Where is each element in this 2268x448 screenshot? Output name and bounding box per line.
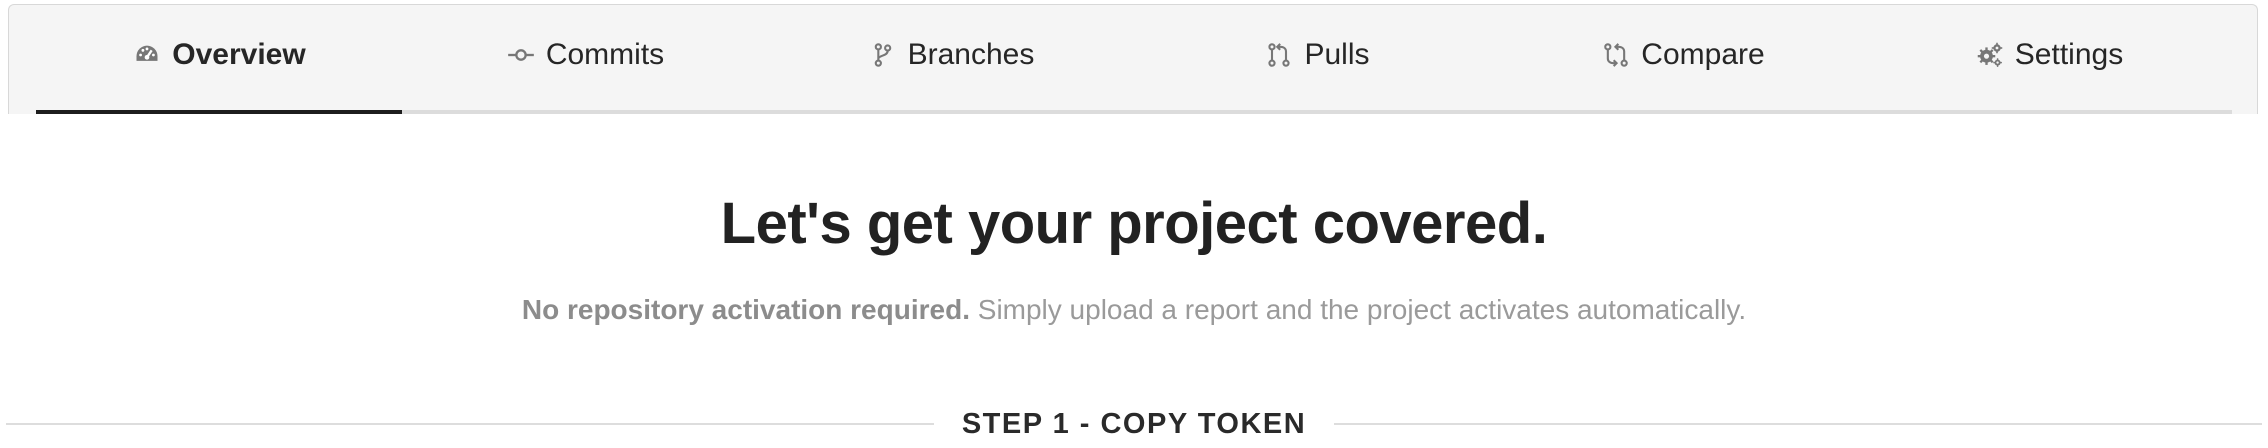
gears-icon <box>1975 40 2005 70</box>
tab-commits-label: Commits <box>545 38 665 71</box>
subline-strong: No repository activation required. <box>521 294 970 325</box>
tab-commits[interactable]: Commits <box>402 4 768 110</box>
tab-bar: Overview Commits Branches Pulls Compare … <box>36 4 2232 114</box>
tab-settings-label: Settings <box>2014 38 2124 71</box>
dashboard-icon <box>132 40 162 70</box>
tab-compare[interactable]: Compare <box>1500 4 1866 110</box>
page-subline: No repository activation required. Simpl… <box>0 294 2268 326</box>
tab-overview[interactable]: Overview <box>36 4 402 114</box>
tab-overview-label: Overview <box>172 38 306 71</box>
subline-rest: Simply upload a report and the project a… <box>969 294 1747 325</box>
step-divider: STEP 1 - COPY TOKEN <box>6 404 2262 444</box>
tab-compare-label: Compare <box>1641 38 1765 71</box>
page-headline: Let's get your project covered. <box>720 191 1548 256</box>
compare-icon <box>1601 40 1631 70</box>
branch-icon <box>868 40 898 70</box>
tab-branches-label: Branches <box>907 38 1035 71</box>
commit-icon <box>506 40 536 70</box>
main-content <box>0 114 2268 448</box>
tab-pulls-label: Pulls <box>1304 38 1370 71</box>
pull-request-icon <box>1264 40 1294 70</box>
divider-line-right <box>1334 423 2262 425</box>
tab-pulls[interactable]: Pulls <box>1134 4 1500 110</box>
step-label: STEP 1 - COPY TOKEN <box>961 407 1307 440</box>
tab-branches[interactable]: Branches <box>768 4 1134 110</box>
tab-settings[interactable]: Settings <box>1866 4 2232 110</box>
divider-line-left <box>6 423 934 425</box>
